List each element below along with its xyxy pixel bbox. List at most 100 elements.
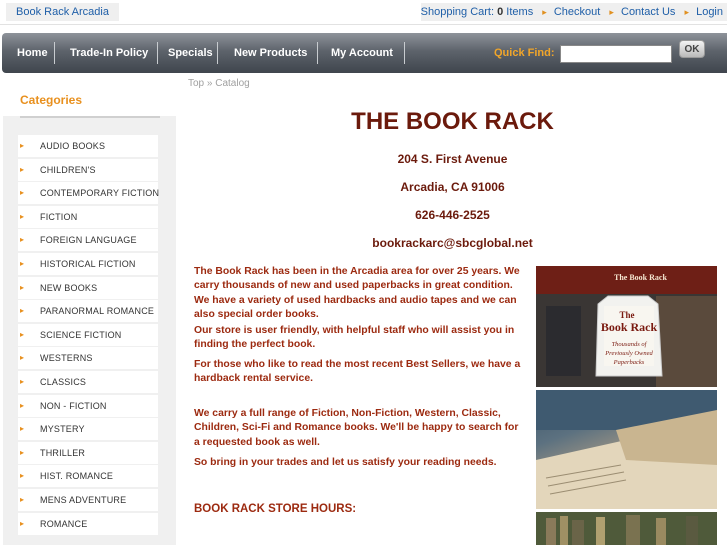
category-label: NON - FICTION xyxy=(40,400,107,411)
bullet-arrow-icon: ▸ xyxy=(20,376,25,386)
bullet-arrow-icon: ▸ xyxy=(20,471,25,481)
category-item-historical-fiction[interactable]: ▸ HISTORICAL FICTION xyxy=(18,252,158,275)
sign-sub1-text: Thousands of xyxy=(612,341,648,348)
category-item-foreign-language[interactable]: ▸ FOREIGN LANGUAGE xyxy=(18,229,158,252)
bullet-arrow-icon: ▸ xyxy=(20,494,25,504)
intro-paragraph: The Book Rack has been in the Arcadia ar… xyxy=(194,266,520,321)
nav-divider xyxy=(157,42,158,64)
main-navigation: Home Trade-In Policy Specials New Produc… xyxy=(2,33,727,73)
bullet-arrow-icon: ▸ xyxy=(20,211,25,221)
category-label: THRILLER xyxy=(40,447,86,458)
category-label: ROMANCE xyxy=(40,518,88,529)
bullet-arrow-icon: ▸ xyxy=(20,141,25,150)
arrow-right-icon: ▸ xyxy=(609,7,614,17)
category-item-fiction[interactable]: ▸ FICTION xyxy=(18,205,158,228)
bookshelf-photo xyxy=(536,512,717,545)
categories-header: Categories xyxy=(3,83,176,116)
store-email: bookrackarc@sbcglobal.net xyxy=(372,236,533,250)
breadcrumb-top-link[interactable]: Top xyxy=(188,78,204,89)
bullet-arrow-icon: ▸ xyxy=(20,306,25,316)
contact-us-link[interactable]: Contact Us xyxy=(621,6,675,18)
categories-divider xyxy=(20,116,160,118)
category-item-audio-books[interactable]: ▸ AUDIO BOOKS xyxy=(18,135,158,157)
bullet-arrow-icon: ▸ xyxy=(20,235,25,245)
sign-the-text: The xyxy=(619,310,634,320)
category-label: WESTERNS xyxy=(40,353,93,364)
nav-home[interactable]: Home xyxy=(17,33,48,73)
category-item-non-fiction[interactable]: ▸ NON - FICTION xyxy=(18,394,158,417)
genres-paragraph: We carry a full range of Fiction, Non-Fi… xyxy=(194,408,519,448)
category-label: MENS ADVENTURE xyxy=(40,494,127,505)
arrow-right-icon: ▸ xyxy=(542,7,547,17)
nav-divider xyxy=(404,42,405,64)
bullet-arrow-icon: ▸ xyxy=(20,424,25,434)
category-item-science-fiction[interactable]: ▸ SCIENCE FICTION xyxy=(18,323,158,346)
cart-label: Shopping Cart: xyxy=(420,6,495,18)
category-item-paranormal-romance[interactable]: ▸ PARANORMAL ROMANCE xyxy=(18,300,158,323)
store-city: Arcadia, CA 91006 xyxy=(400,180,505,194)
shopping-cart-link[interactable]: Shopping Cart: 0 Items xyxy=(421,6,534,18)
bullet-arrow-icon: ▸ xyxy=(20,353,25,363)
top-utility-bar: Book Rack Arcadia Shopping Cart: 0 Items… xyxy=(0,0,727,25)
category-label: CLASSICS xyxy=(40,376,87,387)
login-link[interactable]: Login xyxy=(696,6,723,18)
breadcrumb-catalog-link[interactable]: Catalog xyxy=(215,78,249,89)
bullet-arrow-icon: ▸ xyxy=(20,164,25,174)
category-label: FOREIGN LANGUAGE xyxy=(40,235,137,246)
breadcrumb: Top » Catalog xyxy=(188,78,250,89)
bookshelf-image xyxy=(536,512,717,545)
category-item-childrens[interactable]: ▸ CHILDREN'S xyxy=(18,158,158,181)
breadcrumb-separator: » xyxy=(206,78,213,89)
bullet-arrow-icon: ▸ xyxy=(20,188,25,198)
trades-paragraph: So bring in your trades and let us satis… xyxy=(194,457,497,468)
quick-find-label: Quick Find: xyxy=(494,47,555,59)
category-label: FICTION xyxy=(40,211,78,222)
category-label: AUDIO BOOKS xyxy=(40,141,106,151)
friendly-paragraph: Our store is user friendly, with helpful… xyxy=(194,325,515,351)
category-label: PARANORMAL ROMANCE xyxy=(40,306,155,317)
categories-title: Categories xyxy=(20,93,83,107)
category-item-hist-romance[interactable]: ▸ HIST. ROMANCE xyxy=(18,465,158,488)
category-label: HIST. ROMANCE xyxy=(40,471,114,482)
nav-my-account[interactable]: My Account xyxy=(331,33,393,73)
cart-items-label: Items xyxy=(506,6,534,18)
category-item-new-books[interactable]: ▸ NEW BOOKS xyxy=(18,276,158,299)
checkout-link[interactable]: Checkout xyxy=(554,6,600,18)
bullet-arrow-icon: ▸ xyxy=(20,258,25,268)
account-links: Shopping Cart: 0 Items ▸ Checkout ▸ Cont… xyxy=(420,3,727,21)
bullet-arrow-icon: ▸ xyxy=(20,282,25,292)
nav-divider xyxy=(217,42,218,64)
nav-divider xyxy=(54,42,55,64)
cart-count: 0 xyxy=(497,6,504,18)
nav-new-products[interactable]: New Products xyxy=(234,33,307,73)
store-name-link[interactable]: Book Rack Arcadia xyxy=(6,3,119,21)
category-label: SCIENCE FICTION xyxy=(40,329,122,340)
nav-specials[interactable]: Specials xyxy=(168,33,213,73)
category-item-contemporary-fiction[interactable]: ▸ CONTEMPORARY FICTION xyxy=(18,182,159,205)
categories-sidebar: Categories ▸ AUDIO BOOKS ▸ CHILDREN'S ▸ CON… xyxy=(3,83,176,545)
page-title: THE BOOK RACK xyxy=(351,108,554,135)
bullet-arrow-icon: ▸ xyxy=(20,400,25,410)
arrow-right-icon: ▸ xyxy=(684,7,690,17)
bullet-arrow-icon: ▸ xyxy=(20,518,25,528)
quick-find-ok-button[interactable]: OK xyxy=(679,40,705,58)
nav-divider xyxy=(317,42,318,64)
nav-trade-in-policy[interactable]: Trade-In Policy xyxy=(70,33,148,73)
quick-find-input[interactable] xyxy=(560,45,672,63)
rental-paragraph: For those who like to read the most rece… xyxy=(194,359,521,385)
sign-name-text: Book Rack xyxy=(601,320,658,334)
store-phone: 626-446-2525 xyxy=(415,208,490,222)
category-item-romance[interactable]: ▸ ROMANCE xyxy=(18,512,158,535)
storefront-sign-photo: The Book Rack The Book Rack Thousands of… xyxy=(536,266,717,387)
store-street: 204 S. First Avenue xyxy=(397,152,508,166)
storefront-sign-image: The Book Rack The Book Rack Thousands of… xyxy=(536,266,717,387)
category-item-thriller[interactable]: ▸ THRILLER xyxy=(18,441,158,464)
category-item-classics[interactable]: ▸ CLASSICS xyxy=(18,370,158,393)
open-book-image xyxy=(536,390,717,509)
category-label: CHILDREN'S xyxy=(40,164,96,175)
category-item-mens-adventure[interactable]: ▸ MENS ADVENTURE xyxy=(18,488,158,511)
category-label: MYSTERY xyxy=(40,424,85,435)
category-item-westerns[interactable]: ▸ WESTERNS xyxy=(18,347,158,370)
category-list: ▸ AUDIO BOOKS ▸ CHILDREN'S ▸ CONTEMPORARY F… xyxy=(18,135,159,536)
category-item-mystery[interactable]: ▸ MYSTERY xyxy=(18,418,158,441)
